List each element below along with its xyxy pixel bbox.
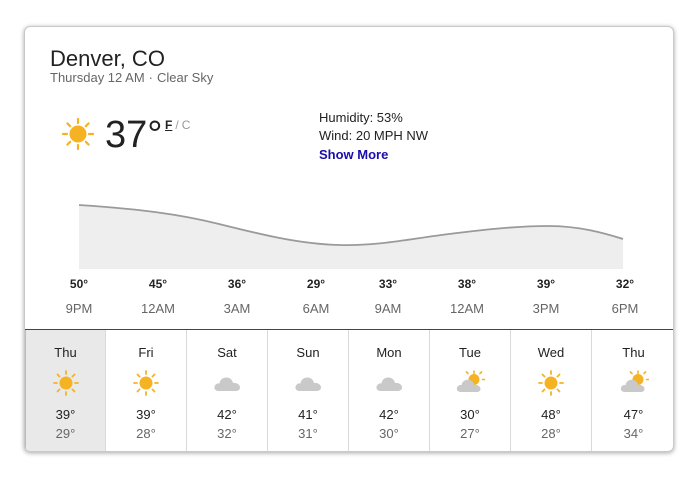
hourly-item: 45° 12AM [118, 277, 198, 316]
day-low: 32° [217, 426, 237, 441]
hourly-temp: 39° [536, 277, 556, 291]
current-temperature: 37° [105, 114, 163, 156]
hourly-temp: 33° [378, 277, 398, 291]
hourly-temp: 45° [148, 277, 168, 291]
cloud-icon [214, 377, 240, 391]
day-tab-thu-next[interactable]: Thu 47° 34° [592, 330, 673, 451]
condition-label: Clear Sky [157, 70, 214, 85]
day-name: Sat [217, 345, 237, 360]
hourly-time: 3AM [223, 301, 251, 316]
day-low: 30° [379, 426, 399, 441]
day-tab-tue[interactable]: Tue 30° 27° [430, 330, 511, 451]
day-high: 42° [217, 407, 237, 422]
hourly-time: 6AM [302, 301, 330, 316]
hourly-temp: 32° [615, 277, 635, 291]
day-low: 27° [460, 426, 480, 441]
day-high: 47° [623, 407, 644, 422]
unit-toggle: F / C [165, 118, 190, 132]
sun-icon [52, 370, 79, 396]
cloud-icon [376, 377, 402, 391]
hourly-time: 9PM [65, 301, 93, 316]
partly-cloudy-icon [456, 370, 485, 392]
day-tab-wed[interactable]: Wed 48° 28° [511, 330, 592, 451]
day-name: Fri [138, 345, 154, 360]
hourly-temp: 36° [227, 277, 247, 291]
day-name: Mon [376, 345, 402, 360]
day-high: 39° [55, 407, 76, 422]
day-low: 28° [136, 426, 156, 441]
daily-forecast: Thu 39° 29° Fri 39° 28° Sat 42° 32° Sun … [25, 329, 673, 451]
temperature-graph-area [79, 205, 623, 269]
unit-c-link[interactable]: C [182, 118, 191, 132]
hourly-item: 36° 3AM [197, 277, 277, 316]
day-tab-sun[interactable]: Sun 41° 31° [268, 330, 349, 451]
hourly-time: 9AM [374, 301, 402, 316]
day-high: 48° [541, 407, 561, 422]
temperature-graph [79, 204, 623, 269]
separator-dot: · [148, 70, 153, 85]
day-tab-sat[interactable]: Sat 42° 32° [187, 330, 268, 451]
subtitle: Thursday 12 AM · Clear Sky [50, 70, 213, 85]
hourly-time: 12AM [450, 301, 484, 316]
weather-card: Denver, CO Thursday 12 AM · Clear Sky 37° … [24, 26, 674, 452]
day-name: Sun [296, 345, 320, 360]
unit-f-link[interactable]: F [165, 118, 172, 132]
weather-details: Humidity: 53% Wind: 20 MPH NW Show More [319, 109, 428, 164]
day-tab-mon[interactable]: Mon 42° 30° [349, 330, 430, 451]
day-tab-fri[interactable]: Fri 39° 28° [106, 330, 187, 451]
hourly-temp: 29° [306, 277, 326, 291]
day-name: Tue [459, 345, 481, 360]
show-more-link[interactable]: Show More [319, 146, 388, 164]
wind-label: Wind: 20 MPH NW [319, 128, 429, 143]
day-low: 28° [541, 426, 561, 441]
sun-icon [133, 370, 159, 396]
cloud-icon [295, 377, 321, 391]
sun-icon [61, 117, 95, 151]
hourly-time: 3PM [532, 301, 560, 316]
hourly-item: 33° 9AM [348, 277, 428, 316]
hourly-temp: 38° [457, 277, 477, 291]
hourly-item: 32° 6PM [585, 277, 665, 316]
partly-cloudy-icon [620, 370, 649, 392]
day-high: 42° [379, 407, 399, 422]
unit-separator: / [175, 118, 179, 132]
day-low: 34° [623, 426, 644, 441]
location-title: Denver, CO [50, 46, 165, 71]
humidity-label: Humidity: 53% [319, 110, 403, 125]
sun-icon [538, 370, 564, 396]
hourly-temp: 50° [69, 277, 89, 291]
hourly-time: 6PM [611, 301, 639, 316]
day-low: 31° [298, 426, 318, 441]
day-high: 30° [460, 407, 480, 422]
hourly-item: 29° 6AM [276, 277, 356, 316]
hourly-item: 38° 12AM [427, 277, 507, 316]
hourly-forecast: 50° 9PM 45° 12AM 36° 3AM 29° 6AM 33° 9AM… [39, 277, 669, 327]
day-tab-thu[interactable]: Thu 39° 29° [25, 330, 106, 451]
day-high: 39° [136, 407, 156, 422]
time-label: Thursday 12 AM [50, 70, 145, 85]
hourly-time: 12AM [141, 301, 175, 316]
hourly-item: 50° 9PM [39, 277, 119, 316]
day-name: Thu [622, 345, 645, 360]
day-high: 41° [298, 407, 318, 422]
day-low: 29° [55, 426, 76, 441]
day-name: Thu [54, 345, 77, 360]
hourly-item: 39° 3PM [506, 277, 586, 316]
day-name: Wed [537, 345, 565, 360]
